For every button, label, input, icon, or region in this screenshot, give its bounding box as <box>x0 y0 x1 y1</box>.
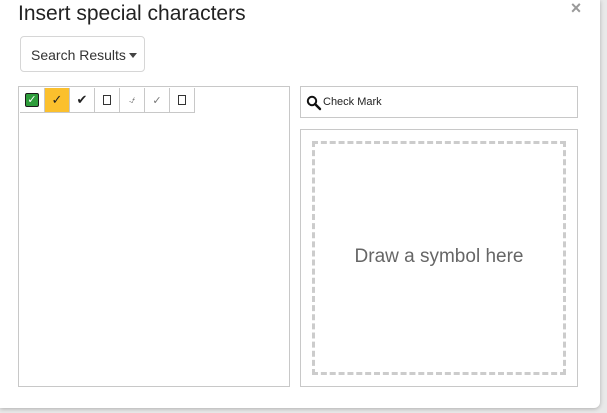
draw-panel: Draw a symbol here <box>300 129 578 387</box>
caret-down-icon <box>129 53 137 58</box>
search-results-panel: ✓ ✓ ✔ ⍻ ✓ <box>18 86 290 387</box>
search-box[interactable] <box>300 86 578 118</box>
category-dropdown[interactable]: Search Results <box>20 36 145 72</box>
box-outline-icon <box>178 95 186 105</box>
category-dropdown-label: Search Results <box>31 47 126 63</box>
character-cell[interactable]: ✓ <box>20 88 45 113</box>
character-cell[interactable] <box>170 88 195 113</box>
search-input[interactable] <box>323 93 573 111</box>
character-cell[interactable]: ✔ <box>70 88 95 113</box>
character-cell-selected[interactable]: ✓ <box>45 88 70 113</box>
not-check-mark-icon: ⍻ <box>128 93 136 106</box>
box-outline-icon <box>103 95 111 105</box>
insert-special-characters-dialog: Insert special characters × Search Resul… <box>0 0 600 408</box>
dialog-title: Insert special characters <box>18 2 246 25</box>
search-icon <box>306 95 322 111</box>
character-cell[interactable] <box>95 88 120 113</box>
character-cell[interactable]: ⍻ <box>120 88 145 113</box>
character-results-row: ✓ ✓ ✔ ⍻ ✓ <box>20 88 195 113</box>
check-mark-icon: ✓ <box>51 92 63 108</box>
light-check-mark-icon: ✓ <box>152 93 162 107</box>
draw-symbol-area[interactable]: Draw a symbol here <box>312 141 566 375</box>
white-heavy-check-mark-icon: ✓ <box>25 93 39 107</box>
close-icon[interactable]: × <box>566 0 586 20</box>
draw-symbol-label: Draw a symbol here <box>354 246 524 267</box>
character-cell[interactable]: ✓ <box>145 88 170 113</box>
heavy-check-mark-icon: ✔ <box>76 92 88 108</box>
